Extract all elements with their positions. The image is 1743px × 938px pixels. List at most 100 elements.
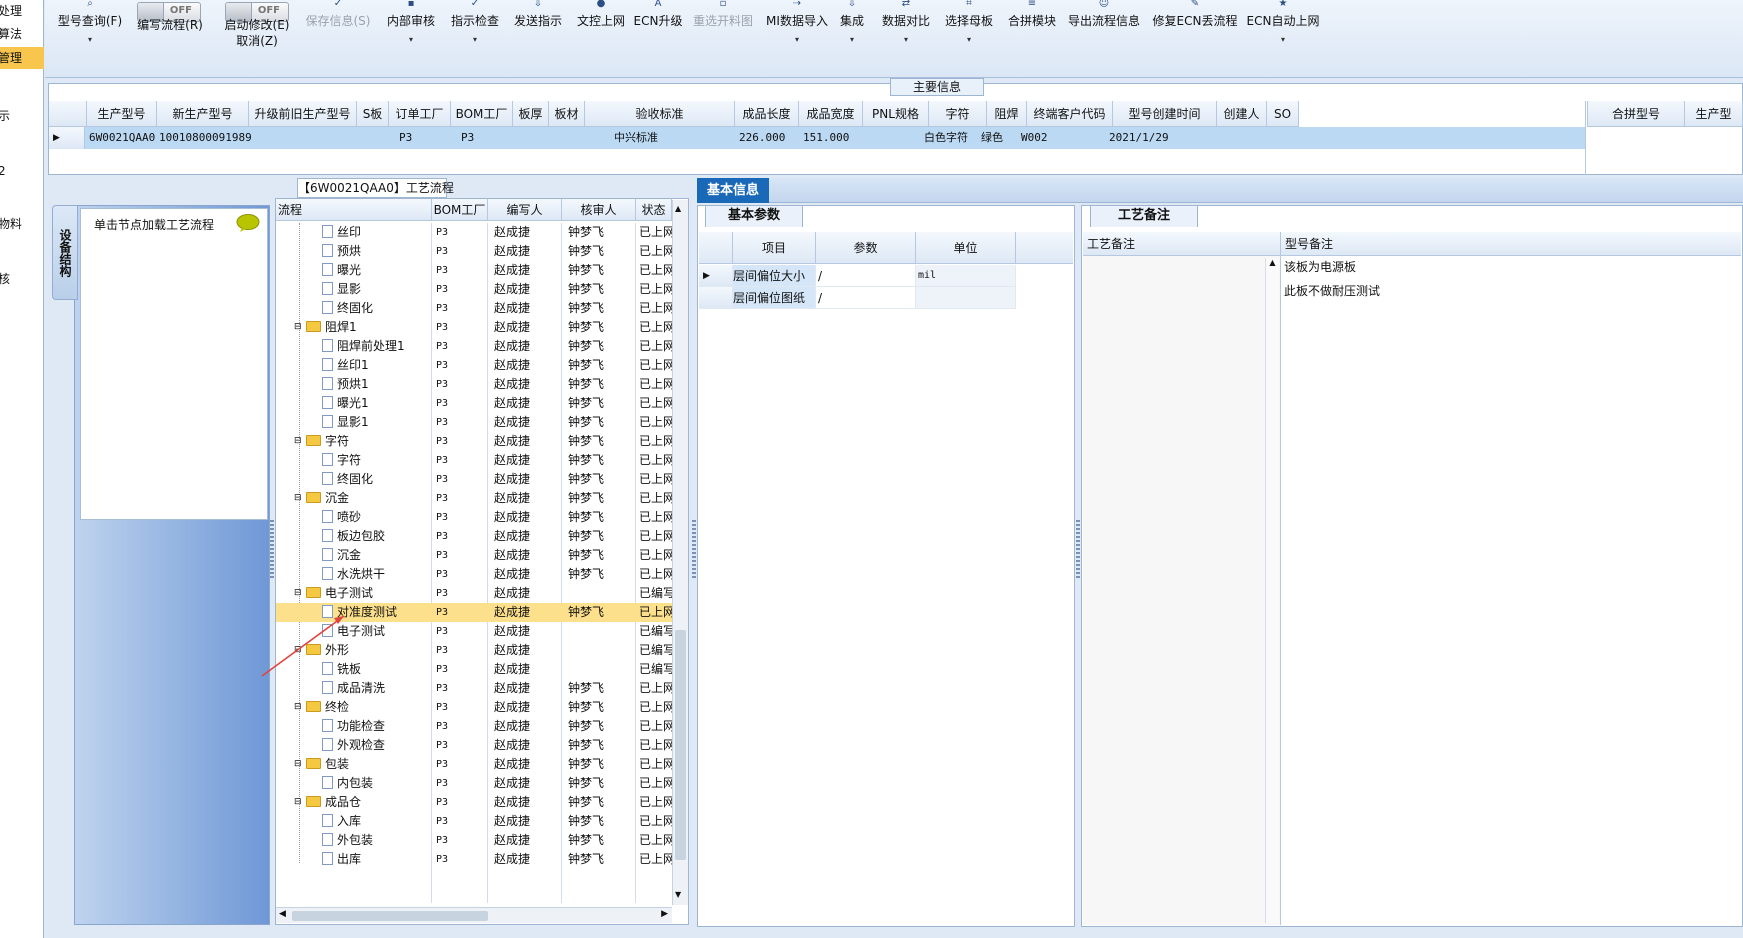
tree-row[interactable]: 外包装 P3 赵成捷 钟梦飞 已上网 [276, 831, 672, 850]
chevron-down-icon[interactable]: ▾ [382, 34, 440, 46]
chevron-down-icon[interactable]: ▾ [446, 34, 504, 46]
status-cell[interactable]: 已上网 [639, 470, 672, 489]
status-cell[interactable]: 已编写 [639, 584, 672, 603]
column-header[interactable]: PNL规格 [863, 101, 929, 127]
splitter-handle[interactable] [270, 520, 274, 580]
bom-factory-cell[interactable]: P3 [436, 337, 486, 356]
model-remark-textarea[interactable] [1281, 256, 1741, 925]
flow-name[interactable]: 终检 [306, 698, 426, 717]
tree-row[interactable]: 功能检查 P3 赵成捷 钟梦飞 已上网 [276, 717, 672, 736]
horizontal-scrollbar[interactable]: ◀ ▶ [276, 907, 672, 923]
splitter-handle[interactable] [692, 520, 696, 580]
tree-row[interactable]: ⊟ 电子测试 P3 赵成捷 已编写 [276, 584, 672, 603]
writer-cell[interactable]: 赵成捷 [494, 337, 558, 356]
status-cell[interactable]: 已编写 [639, 641, 672, 660]
status-cell[interactable]: 已上网 [639, 717, 672, 736]
bom-factory-cell[interactable]: P3 [436, 679, 486, 698]
status-cell[interactable]: 已上网 [639, 755, 672, 774]
bom-factory-cell[interactable]: P3 [436, 261, 486, 280]
status-cell[interactable]: 已上网 [639, 356, 672, 375]
column-header[interactable]: SO [1267, 101, 1299, 127]
reviewer-cell[interactable] [568, 622, 632, 641]
writer-cell[interactable]: 赵成捷 [494, 831, 558, 850]
writer-cell[interactable]: 赵成捷 [494, 641, 558, 660]
bom-factory-cell[interactable]: P3 [436, 793, 486, 812]
param-unit[interactable] [916, 287, 1016, 309]
reviewer-cell[interactable]: 钟梦飞 [568, 261, 632, 280]
process-remark-textarea[interactable] [1083, 256, 1281, 925]
chevron-down-icon[interactable]: ▾ [763, 34, 831, 46]
bom-factory-cell[interactable]: P3 [436, 565, 486, 584]
flow-name[interactable]: 成品清洗 [322, 679, 426, 698]
column-header[interactable]: S板 [357, 101, 389, 127]
reviewer-cell[interactable]: 钟梦飞 [568, 356, 632, 375]
writer-cell[interactable]: 赵成捷 [494, 394, 558, 413]
cell[interactable]: P3 [399, 127, 439, 149]
column-header[interactable]: 项目 [733, 232, 816, 264]
tree-row[interactable]: 终固化 P3 赵成捷 钟梦飞 已上网 [276, 470, 672, 489]
status-cell[interactable]: 已上网 [639, 299, 672, 318]
tree-row[interactable]: 曝光1 P3 赵成捷 钟梦飞 已上网 [276, 394, 672, 413]
reviewer-cell[interactable]: 钟梦飞 [568, 812, 632, 831]
flow-name[interactable]: 水洗烘干 [322, 565, 426, 584]
status-cell[interactable]: 已上网 [639, 603, 672, 622]
tree-row[interactable]: 显影 P3 赵成捷 钟梦飞 已上网 [276, 280, 672, 299]
column-header[interactable]: 参数 [816, 232, 916, 264]
model-query-button[interactable]: ⌕ 型号查询(F) ▾ [55, 0, 125, 72]
cell[interactable]: 绿色 [981, 127, 1021, 149]
flow-name[interactable]: 预烘1 [322, 375, 426, 394]
scroll-left-icon[interactable]: ◀ [279, 909, 286, 919]
column-header[interactable]: 板厚 [513, 101, 549, 127]
cancel-edit-label[interactable]: 取消(Z) [215, 34, 299, 48]
repair-ecn-lost-flow-button[interactable]: ✎ 修复ECN丢流程 [1151, 0, 1239, 72]
status-cell[interactable]: 已上网 [639, 318, 672, 337]
writer-cell[interactable]: 赵成捷 [494, 470, 558, 489]
param-item[interactable]: 层间偏位大小 [733, 265, 816, 287]
status-cell[interactable]: 已上网 [639, 489, 672, 508]
param-item[interactable]: 层间偏位图纸 [733, 287, 816, 309]
column-header[interactable]: 型号创建时间 [1113, 101, 1217, 127]
writer-cell[interactable]: 赵成捷 [494, 717, 558, 736]
writer-cell[interactable]: 赵成捷 [494, 318, 558, 337]
chevron-down-icon[interactable]: ▾ [877, 34, 935, 46]
tree-row[interactable]: ⊟ 成品仓 P3 赵成捷 钟梦飞 已上网 [276, 793, 672, 812]
cell[interactable]: 白色字符 [924, 127, 984, 149]
ecn-upgrade-button[interactable]: A ECN升级 [632, 0, 684, 72]
status-cell[interactable]: 已上网 [639, 698, 672, 717]
cell[interactable]: 中兴标准 [614, 127, 704, 149]
flow-name[interactable]: 显影 [322, 280, 426, 299]
tree-row[interactable]: 外观检查 P3 赵成捷 钟梦飞 已上网 [276, 736, 672, 755]
reviewer-cell[interactable]: 钟梦飞 [568, 318, 632, 337]
flow-name[interactable]: 丝印1 [322, 356, 426, 375]
writer-cell[interactable]: 赵成捷 [494, 432, 558, 451]
param-unit[interactable]: mil [916, 265, 1016, 287]
column-header[interactable]: 状态 [636, 199, 672, 221]
reviewer-cell[interactable]: 钟梦飞 [568, 508, 632, 527]
reviewer-cell[interactable]: 钟梦飞 [568, 432, 632, 451]
column-header[interactable]: 新生产型号 [157, 101, 249, 127]
internal-review-button[interactable]: ▪ 内部审核 ▾ [382, 0, 440, 72]
status-cell[interactable]: 已上网 [639, 793, 672, 812]
flow-name[interactable]: 功能检查 [322, 717, 426, 736]
status-cell[interactable]: 已编写 [639, 660, 672, 679]
flow-name[interactable]: 内包装 [322, 774, 426, 793]
column-header[interactable]: 核审人 [562, 199, 636, 221]
ecn-auto-online-button[interactable]: ★ ECN自动上网 ▾ [1245, 0, 1321, 72]
reviewer-cell[interactable]: 钟梦飞 [568, 242, 632, 261]
bom-factory-cell[interactable]: P3 [436, 280, 486, 299]
flow-name[interactable]: 终固化 [322, 470, 426, 489]
writer-cell[interactable]: 赵成捷 [494, 698, 558, 717]
bom-factory-cell[interactable]: P3 [436, 432, 486, 451]
tree-row[interactable]: 内包装 P3 赵成捷 钟梦飞 已上网 [276, 774, 672, 793]
status-cell[interactable]: 已上网 [639, 546, 672, 565]
tree-row[interactable]: 出库 P3 赵成捷 钟梦飞 已上网 [276, 850, 672, 869]
bom-factory-cell[interactable]: P3 [436, 375, 486, 394]
flow-name[interactable]: 入库 [322, 812, 426, 831]
tree-row[interactable]: 阻焊前处理1 P3 赵成捷 钟梦飞 已上网 [276, 337, 672, 356]
status-cell[interactable]: 已上网 [639, 508, 672, 527]
nav-item-1[interactable]: 算法 [0, 23, 44, 45]
tree-row[interactable]: 显影1 P3 赵成捷 钟梦飞 已上网 [276, 413, 672, 432]
tree-row[interactable]: 入库 P3 赵成捷 钟梦飞 已上网 [276, 812, 672, 831]
column-header[interactable]: 阻焊 [987, 101, 1027, 127]
chat-bubble-icon[interactable] [236, 213, 260, 233]
